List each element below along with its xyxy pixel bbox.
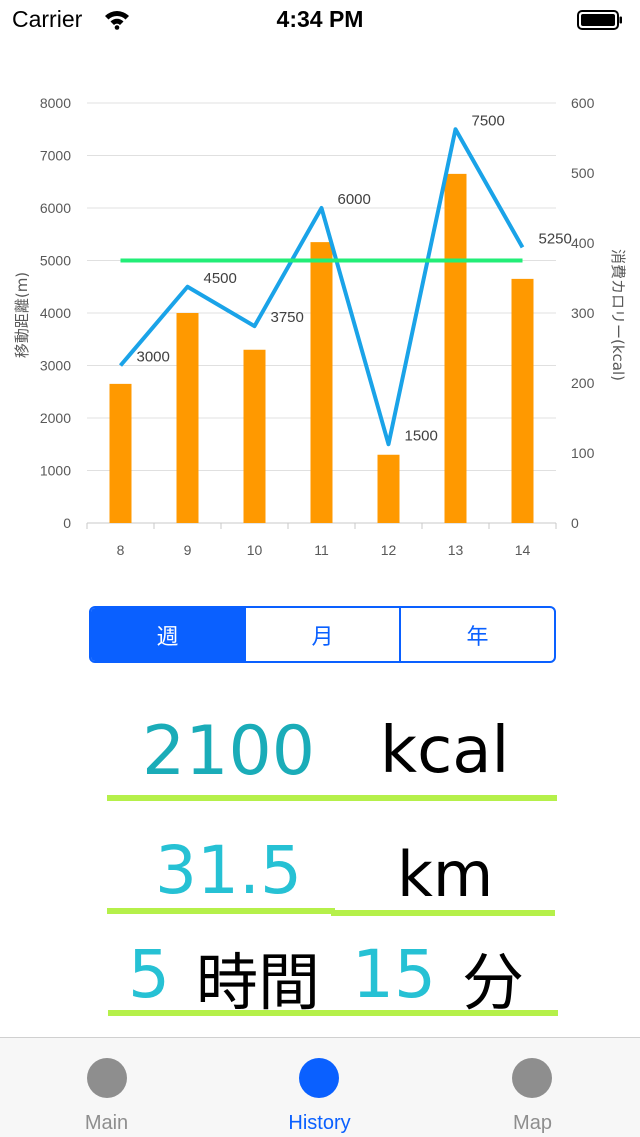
data-label: 4500 [204,270,237,287]
bar [378,455,400,523]
y2-tick-label: 500 [571,165,595,181]
hours-unit: 時間 [196,932,320,1022]
bar [445,174,467,523]
y-tick-label: 1000 [40,463,71,479]
data-label: 3750 [271,309,304,326]
data-label: 3000 [137,349,170,366]
tab-bar: Main History Map [0,1037,640,1137]
hours-value: 5 [128,936,170,1013]
y-tick-label: 3000 [40,358,71,374]
bar [311,242,333,523]
x-tick-label: 10 [247,542,263,558]
x-tick-label: 13 [448,542,464,558]
kcal-underline [107,795,557,801]
x-tick-label: 12 [381,542,397,558]
data-label: 1500 [405,427,438,444]
minutes-unit: 分 [462,932,524,1022]
segment-month[interactable]: 月 [244,608,399,661]
time-underline [108,1010,558,1016]
y2-tick-label: 100 [571,445,595,461]
data-label: 5250 [539,230,572,247]
tab-history[interactable]: History [213,1038,426,1137]
tab-main-label: Main [0,1112,213,1135]
y-tick-label: 4000 [40,305,71,321]
history-chart: 3000450037506000150075005250 01000200030… [0,80,640,580]
battery-icon [577,10,623,30]
y-tick-label: 6000 [40,200,71,216]
status-bar: Carrier 4:34 PM [0,0,640,40]
km-unit: km [397,838,493,911]
main-tab-icon [87,1058,127,1098]
x-tick-label: 14 [515,542,531,558]
y2-tick-label: 300 [571,305,595,321]
km-value: 31.5 [155,832,302,909]
status-time: 4:34 PM [0,6,640,33]
tab-main[interactable]: Main [0,1038,213,1137]
tab-map[interactable]: Map [426,1038,639,1137]
bar [512,279,534,523]
y-tick-label: 0 [63,515,71,531]
map-tab-icon [512,1058,552,1098]
y2-axis-label: 消費カロリー(kcal) [609,249,627,381]
x-tick-label: 8 [117,542,125,558]
y-axis-label: 移動距離(m) [13,272,31,358]
kcal-unit: kcal [380,714,509,788]
bar [110,384,132,523]
y2-tick-label: 200 [571,375,595,391]
tab-map-label: Map [426,1112,639,1135]
y2-tick-label: 600 [571,95,595,111]
y-tick-label: 5000 [40,253,71,269]
y2-tick-label: 0 [571,515,579,531]
minutes-value: 15 [352,936,436,1013]
kcal-value: 2100 [142,712,315,791]
km-underline-right [331,910,555,916]
data-label: 7500 [472,112,505,129]
segment-year[interactable]: 年 [399,608,554,661]
x-tick-label: 9 [184,542,192,558]
x-tick-label: 11 [314,542,329,558]
history-tab-icon [299,1058,339,1098]
segment-week[interactable]: 週 [91,608,244,661]
bar [244,350,266,523]
tab-history-label: History [213,1112,426,1135]
km-underline-left [107,908,335,914]
y-tick-label: 2000 [40,410,71,426]
data-label: 6000 [338,191,371,208]
bar [177,313,199,523]
period-segmented-control[interactable]: 週 月 年 [89,606,556,663]
y-tick-label: 7000 [40,148,71,164]
y2-tick-label: 400 [571,235,595,251]
y-tick-label: 8000 [40,95,71,111]
